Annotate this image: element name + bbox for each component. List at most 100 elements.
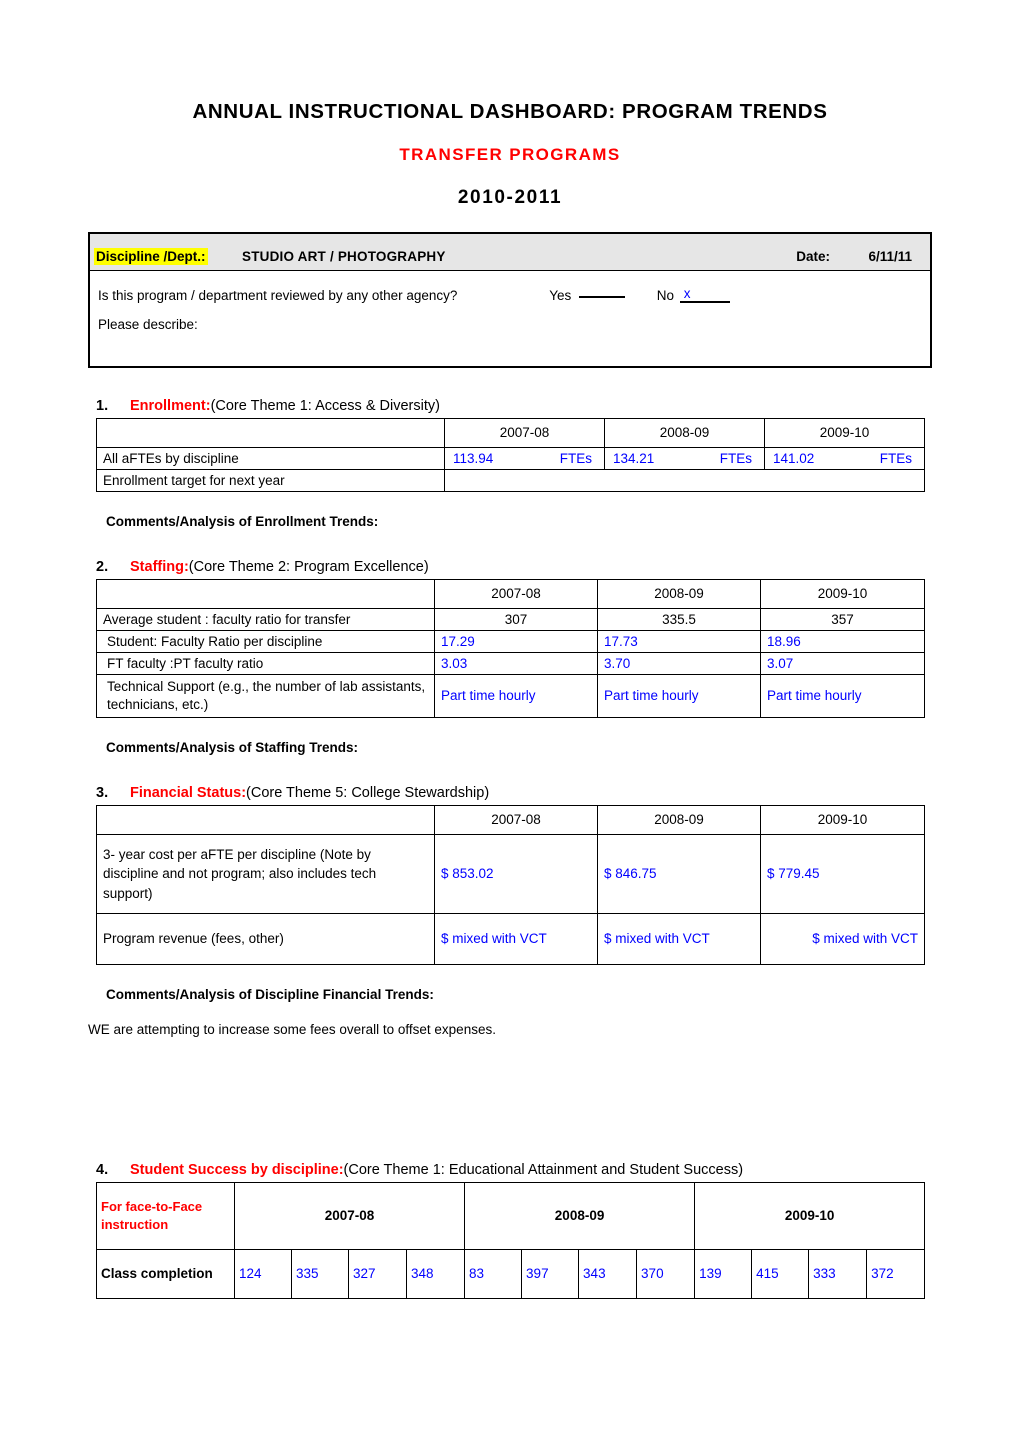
- table-financial: 2007-08 2008-09 2009-10 3- year cost per…: [96, 804, 925, 965]
- row-label-cost-per-afte: 3- year cost per aFTE per discipline (No…: [96, 833, 435, 914]
- no-label: No: [656, 287, 675, 303]
- agency-review-question: Is this program / department reviewed by…: [98, 287, 458, 303]
- cell-ftpt-2008-09[interactable]: 3.70: [597, 651, 761, 675]
- column-header-year-3: 2009-10: [760, 804, 925, 835]
- column-header-year-2: 2008-09: [464, 1181, 696, 1250]
- please-describe-row: Please describe:: [98, 317, 198, 332]
- column-header-year-2: 2008-09: [597, 804, 761, 835]
- column-header-year-3: 2009-10: [764, 417, 925, 448]
- table-row: Technical Support (e.g., the number of l…: [96, 673, 925, 718]
- yes-answer-field[interactable]: [579, 295, 625, 298]
- column-header-year-2: 2008-09: [604, 417, 765, 448]
- section-heading-staffing: 2. Staffing:(Core Theme 2: Program Excell…: [88, 559, 932, 575]
- cell-techsupport-2007-08[interactable]: Part time hourly: [434, 673, 598, 718]
- table-row: FT faculty :PT faculty ratio 3.03 3.70 3…: [96, 651, 925, 675]
- section-subtitle-student-success: (Core Theme 1: Educational Attainment an…: [343, 1161, 744, 1178]
- section-number-3: 3.: [96, 784, 109, 801]
- empty-corner-cell: [96, 417, 445, 448]
- cell-cost-2008-09[interactable]: $ 846.75: [597, 833, 761, 914]
- identification-box: Discipline /Dept.: STUDIO ART / PHOTOGRA…: [88, 231, 932, 368]
- cell-ftpt-2009-10[interactable]: 3.07: [760, 651, 925, 675]
- cell-class-completion-1[interactable]: 124: [234, 1248, 292, 1299]
- cell-revenue-2008-09[interactable]: $ mixed with VCT: [597, 912, 761, 965]
- cell-class-completion-7[interactable]: 343: [578, 1248, 638, 1299]
- cell-aftes-2008-09[interactable]: 134.21 FTEs: [604, 446, 765, 470]
- no-answer-field[interactable]: x: [679, 286, 730, 303]
- comments-label-staffing: Comments/Analysis of Staffing Trends:: [106, 739, 359, 755]
- face-to-face-instruction-label: For face-to-Face instruction: [96, 1181, 235, 1250]
- cell-class-completion-10[interactable]: 415: [751, 1248, 810, 1299]
- section-title-financial: Financial Status:: [130, 784, 247, 801]
- row-label-technical-support: Technical Support (e.g., the number of l…: [96, 673, 435, 718]
- page-title: ANNUAL INSTRUCTIONAL DASHBOARD: PROGRAM …: [192, 100, 828, 123]
- page-year: 2010-2011: [457, 186, 563, 208]
- cell-aftes-2007-08[interactable]: 113.94 FTEs: [444, 446, 605, 470]
- please-describe-label: Please describe:: [98, 316, 198, 332]
- comments-value-financial[interactable]: WE are attempting to increase some fees …: [88, 1022, 932, 1037]
- section-title-staffing: Staffing:: [130, 558, 189, 575]
- cell-value: 141.02: [773, 450, 815, 466]
- section-subtitle-financial: (Core Theme 5: College Stewardship): [246, 784, 490, 801]
- section-heading-financial: 3. Financial Status:(Core Theme 5: Colleg…: [88, 785, 932, 801]
- cell-class-completion-9[interactable]: 139: [694, 1248, 753, 1299]
- discipline-label: Discipline /Dept.:: [94, 247, 208, 266]
- discipline-value[interactable]: STUDIO ART / PHOTOGRAPHY: [242, 249, 446, 264]
- identification-header-band: Discipline /Dept.: STUDIO ART / PHOTOGRA…: [90, 233, 930, 271]
- row-label-all-aftes: All aFTEs by discipline: [96, 446, 445, 470]
- cell-techsupport-2008-09[interactable]: Part time hourly: [597, 673, 761, 718]
- column-header-year-1: 2007-08: [233, 1181, 466, 1250]
- cell-revenue-2007-08[interactable]: $ mixed with VCT: [434, 912, 598, 965]
- table-enrollment: 2007-08 2008-09 2009-10 All aFTEs by dis…: [96, 417, 925, 492]
- cell-class-completion-5[interactable]: 83: [464, 1248, 523, 1299]
- cell-class-completion-4[interactable]: 348: [405, 1248, 466, 1299]
- cell-class-completion-2[interactable]: 335: [291, 1248, 349, 1299]
- cell-techsupport-2009-10[interactable]: Part time hourly: [760, 673, 925, 718]
- cell-sf-ratio-2008-09[interactable]: 17.73: [597, 629, 761, 653]
- cell-enrollment-target[interactable]: [444, 468, 925, 492]
- cell-class-completion-8[interactable]: 370: [636, 1248, 696, 1299]
- row-label-program-revenue: Program revenue (fees, other): [96, 912, 435, 965]
- section-number-4: 4.: [96, 1161, 109, 1178]
- agency-review-question-row: Is this program / department reviewed by…: [98, 286, 730, 303]
- cell-cost-2007-08[interactable]: $ 853.02: [434, 833, 598, 914]
- table-row: Program revenue (fees, other) $ mixed wi…: [96, 912, 925, 965]
- cell-class-completion-11[interactable]: 333: [808, 1248, 868, 1299]
- table-row: Class completion 124 335 327 348 83 397 …: [96, 1248, 926, 1299]
- table-staffing: 2007-08 2008-09 2009-10 Average student …: [96, 578, 925, 718]
- cell-value: 134.21: [613, 450, 655, 466]
- column-header-year-3: 2009-10: [760, 578, 925, 609]
- section-title-enrollment: Enrollment:: [130, 397, 211, 414]
- document-page: ANNUAL INSTRUCTIONAL DASHBOARD: PROGRAM …: [0, 0, 1020, 1443]
- column-header-year-1: 2007-08: [444, 417, 605, 448]
- table-row: Average student : faculty ratio for tran…: [96, 607, 925, 631]
- cell-ftpt-2007-08[interactable]: 3.03: [434, 651, 598, 675]
- row-label-ft-pt-ratio: FT faculty :PT faculty ratio: [96, 651, 435, 675]
- section-title-student-success: Student Success by discipline:: [130, 1161, 344, 1178]
- table-row-header: 2007-08 2008-09 2009-10: [96, 417, 925, 448]
- comments-label-financial: Comments/Analysis of Discipline Financia…: [106, 986, 434, 1002]
- cell-cost-2009-10[interactable]: $ 779.45: [760, 833, 925, 914]
- cell-value: 113.94: [453, 450, 494, 466]
- cell-unit: FTEs: [879, 450, 912, 466]
- table-row-header: For face-to-Face instruction 2007-08 200…: [96, 1181, 926, 1250]
- cell-unit: FTEs: [559, 450, 592, 466]
- cell-revenue-2009-10[interactable]: $ mixed with VCT: [760, 912, 925, 965]
- date-value[interactable]: 6/11/11: [868, 249, 912, 264]
- cell-avg-ratio-2007-08[interactable]: 307: [434, 607, 598, 631]
- cell-class-completion-3[interactable]: 327: [348, 1248, 407, 1299]
- cell-aftes-2009-10[interactable]: 141.02 FTEs: [764, 446, 925, 470]
- cell-class-completion-12[interactable]: 372: [866, 1248, 926, 1299]
- cell-avg-ratio-2009-10[interactable]: 357: [760, 607, 925, 631]
- row-label-enrollment-target: Enrollment target for next year: [96, 468, 445, 492]
- table-row: Student: Faculty Ratio per discipline 17…: [96, 629, 925, 653]
- table-row-header: 2007-08 2008-09 2009-10: [96, 578, 925, 609]
- cell-class-completion-6[interactable]: 397: [521, 1248, 580, 1299]
- cell-avg-ratio-2008-09[interactable]: 335.5: [597, 607, 761, 631]
- cell-sf-ratio-2009-10[interactable]: 18.96: [760, 629, 925, 653]
- page-subtitle: TRANSFER PROGRAMS: [399, 144, 621, 164]
- cell-sf-ratio-2007-08[interactable]: 17.29: [434, 629, 598, 653]
- section-subtitle-staffing: (Core Theme 2: Program Excellence): [188, 558, 429, 575]
- section-heading-enrollment: 1. Enrollment:(Core Theme 1: Access & Div…: [88, 398, 932, 414]
- section-number-1: 1.: [96, 397, 109, 414]
- row-label-avg-student-faculty-ratio: Average student : faculty ratio for tran…: [96, 607, 435, 631]
